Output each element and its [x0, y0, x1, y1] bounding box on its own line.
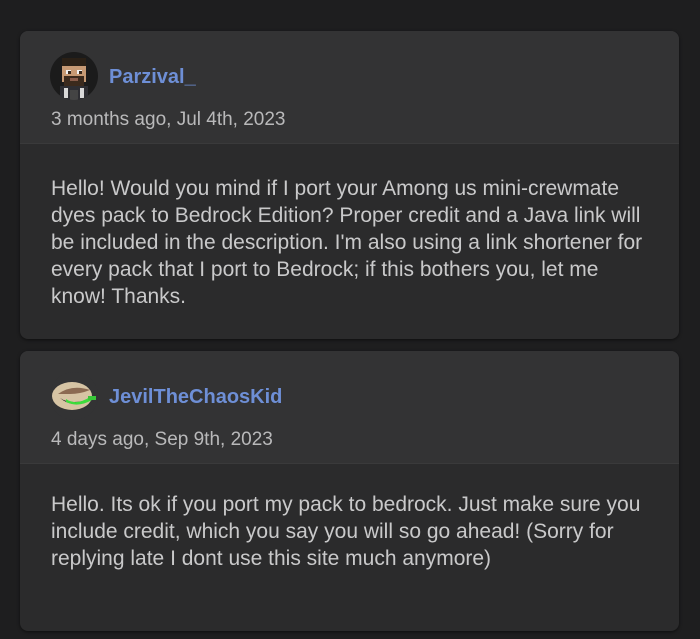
comment-header: Parzival_ 3 months ago, Jul 4th, 2023: [20, 31, 679, 144]
grin-face-avatar-icon: [50, 372, 98, 420]
comment-body: Hello. Its ok if you port my pack to bed…: [51, 493, 641, 570]
comment-card: Parzival_ 3 months ago, Jul 4th, 2023 He…: [20, 31, 679, 339]
avatar[interactable]: [50, 372, 98, 420]
username-link[interactable]: Parzival_: [109, 66, 196, 89]
comment-body: Hello! Would you mind if I port your Amo…: [51, 177, 643, 308]
username-link[interactable]: JevilTheChaosKid: [109, 386, 282, 409]
comment-card: JevilTheChaosKid 4 days ago, Sep 9th, 20…: [20, 351, 679, 631]
comment-timestamp: 4 days ago, Sep 9th, 2023: [51, 429, 273, 450]
avatar[interactable]: [50, 52, 98, 100]
comment-header: JevilTheChaosKid 4 days ago, Sep 9th, 20…: [20, 351, 679, 464]
pixel-character-avatar-icon: [50, 52, 98, 100]
comment-timestamp: 3 months ago, Jul 4th, 2023: [51, 109, 286, 130]
